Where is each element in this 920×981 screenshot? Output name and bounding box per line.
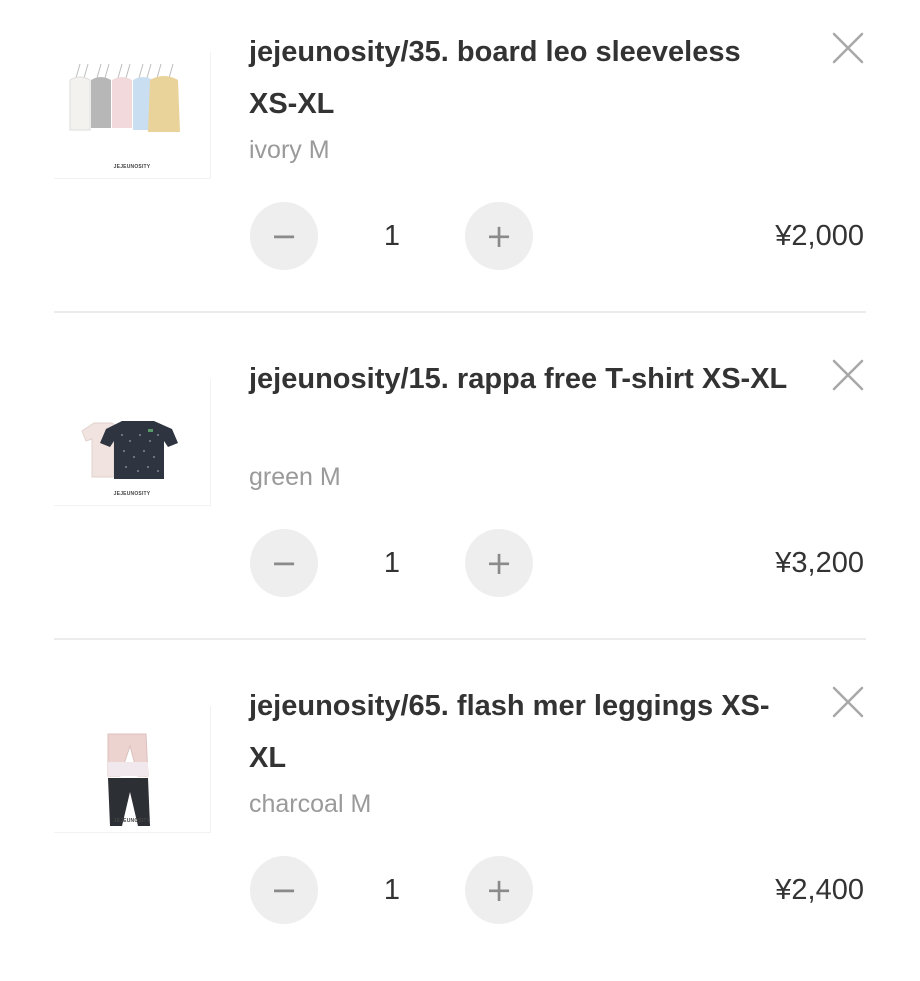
product-title[interactable]: jejeunosity/15. rappa free T-shirt XS-XL xyxy=(249,353,789,405)
close-icon xyxy=(832,32,864,64)
close-icon xyxy=(832,359,864,391)
item-price: ¥2,400 xyxy=(775,874,864,906)
brand-mark: JEJEUNOSITY xyxy=(113,818,151,824)
close-icon xyxy=(832,686,864,718)
item-price: ¥3,200 xyxy=(775,547,864,579)
product-variant: charcoal M xyxy=(249,790,372,818)
decrease-quantity-button[interactable]: − xyxy=(250,856,318,924)
increase-quantity-button[interactable]: + xyxy=(465,856,533,924)
brand-mark: JEJEUNOSITY xyxy=(113,164,151,170)
product-thumbnail[interactable]: JEJEUNOSITY xyxy=(54,379,211,506)
increase-quantity-button[interactable]: + xyxy=(465,202,533,270)
remove-item-button[interactable] xyxy=(828,355,868,395)
product-variant: green M xyxy=(249,463,341,491)
product-thumbnail[interactable]: JEJEUNOSITY xyxy=(54,706,211,833)
quantity-value: 1 xyxy=(383,220,401,252)
cart-list: JEJEUNOSITY jejeunosity/35. board leo sl… xyxy=(0,0,920,924)
tshirt-image xyxy=(81,421,178,479)
decrease-quantity-button[interactable]: − xyxy=(250,529,318,597)
camisole-colorways-image xyxy=(69,63,180,132)
remove-item-button[interactable] xyxy=(828,28,868,68)
item-divider xyxy=(54,638,866,640)
product-title[interactable]: jejeunosity/65. flash mer leggings XS-XL xyxy=(249,680,789,784)
brand-mark: JEJEUNOSITY xyxy=(113,491,151,497)
increase-quantity-button[interactable]: + xyxy=(465,529,533,597)
leggings-image xyxy=(107,733,150,826)
cart-item: JEJEUNOSITY jejeunosity/15. rappa free T… xyxy=(0,327,920,654)
quantity-value: 1 xyxy=(383,874,401,906)
product-variant: ivory M xyxy=(249,136,330,164)
remove-item-button[interactable] xyxy=(828,682,868,722)
item-price: ¥2,000 xyxy=(775,220,864,252)
cart-item: JEJEUNOSITY jejeunosity/35. board leo sl… xyxy=(0,0,920,327)
quantity-value: 1 xyxy=(383,547,401,579)
product-title[interactable]: jejeunosity/35. board leo sleeveless XS-… xyxy=(249,26,789,130)
cart-item: JEJEUNOSITY jejeunosity/65. flash mer le… xyxy=(0,654,920,981)
product-thumbnail[interactable]: JEJEUNOSITY xyxy=(54,52,211,179)
item-divider xyxy=(54,311,866,313)
decrease-quantity-button[interactable]: − xyxy=(250,202,318,270)
